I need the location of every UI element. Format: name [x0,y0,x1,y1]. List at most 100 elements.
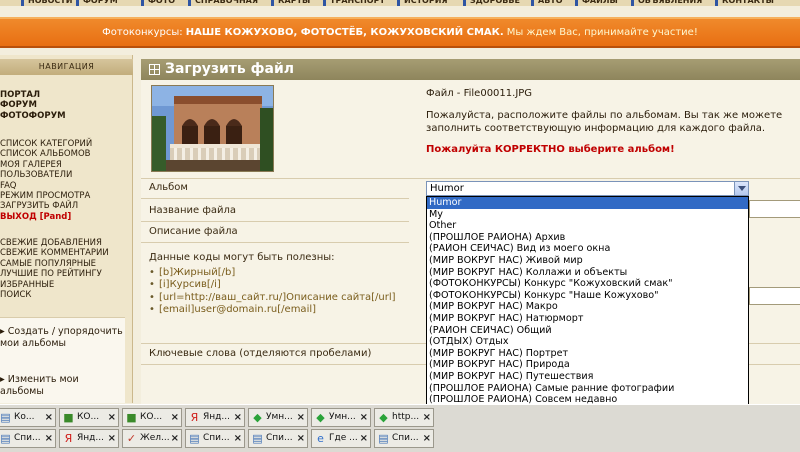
taskbar-button[interactable]: ◆ Умн... × [248,408,308,427]
edit-albums-link[interactable]: ▸ Изменить мои альбомы [0,374,125,398]
menu-separator [575,0,578,6]
album-select-value: Humor [430,183,464,194]
taskbar-button[interactable]: ▤ Спи... × [248,429,308,448]
nav-link[interactable]: РЕЖИМ ПРОСМОТРА [0,191,92,201]
top-menu-item[interactable]: ЗДОРОВЬЕ [470,0,520,5]
bbcode-hints: Данные коды могут быть полезны: [b]Жирны… [149,252,409,317]
bbcode-email: [email]user@domain.ru[/email] [149,304,409,317]
close-icon[interactable]: × [45,409,53,426]
taskbar-button[interactable]: ◆ Умн... × [311,408,371,427]
nav-link[interactable]: ПОЛЬЗОВАТЕЛИ [0,170,92,180]
top-menu-item[interactable]: СПРАВОЧНАЯ [195,0,258,5]
chevron-down-icon[interactable] [734,182,748,195]
nav-link[interactable]: ИЗБРАННЫЕ [0,280,109,290]
close-icon[interactable]: × [171,409,179,426]
taskbar-button[interactable]: Я Янд... × [185,408,245,427]
close-icon[interactable]: × [423,409,431,426]
album-option[interactable]: (ФОТОКОНКУРСЫ) Конкурс "Кожуховский смак… [427,278,748,290]
nav-link[interactable]: СПИСОК КАТЕГОРИЙ [0,139,92,149]
nav-link[interactable]: САМЫЕ ПОПУЛЯРНЫЕ [0,259,109,269]
close-icon[interactable]: × [171,430,179,447]
close-icon[interactable]: × [360,409,368,426]
nav-link[interactable]: СВЕЖИЕ ДОБАВЛЕНИЯ [0,238,109,248]
close-icon[interactable]: × [297,430,305,447]
logout-link[interactable]: ВЫХОД [Pand] [0,212,92,222]
taskbar: ▤ Ко... × ■ КО... × ■ КО... × Я Янд... × ◆ Умн... × ◆ Ум… [0,404,800,452]
close-icon[interactable]: × [108,409,116,426]
album-option[interactable]: (ФОТОКОНКУРСЫ) Конкурс "Наше Кожухово" [427,290,748,302]
album-option[interactable]: (ПРОШЛОЕ РАЙОНА) Самые ранние фотографии [427,383,748,395]
taskbar-button[interactable]: ▤ Спи... × [0,429,56,448]
ie-icon: e [317,432,324,445]
taskbar-button[interactable]: Я Янд... × [59,429,119,448]
nav-link[interactable]: ПОИСК [0,290,109,300]
top-menu-item[interactable]: ФОТО [148,0,175,5]
banner-contests[interactable]: НАШЕ КОЖУХОВО, ФОТОСТЁБ, КОЖУХОВСКИЙ СМА… [186,27,504,38]
album-option[interactable]: (МИР ВОКРУГ НАС) Природа [427,359,748,371]
album-option[interactable]: (МИР ВОКРУГ НАС) Портрет [427,348,748,360]
title-input[interactable] [749,200,800,218]
page-title: Загрузить файл [165,61,295,77]
page-icon: ▤ [0,411,11,424]
nav-main-link[interactable]: ФОРУМ [0,100,66,110]
nav-link[interactable]: ЗАГРУЗИТЬ ФАЙЛ [0,201,92,211]
top-menu-item[interactable]: ФАЙЛЫ [582,0,618,5]
album-option[interactable]: (РАЙОН СЕЙЧАС) Общий [427,325,748,337]
taskbar-button[interactable]: ◆ http... × [374,408,434,427]
album-option[interactable]: (ПРОШЛОЕ РАЙОНА) Архив [427,232,748,244]
album-option[interactable]: (РАЙОН СЕЙЧАС) Вид из моего окна [427,243,748,255]
nav-main-link[interactable]: ПОРТАЛ [0,90,66,100]
album-option[interactable]: (МИР ВОКРУГ НАС) Живой мир [427,255,748,267]
photo-thumbnail[interactable] [151,85,274,172]
taskbar-button[interactable]: ■ КО... × [122,408,182,427]
close-icon[interactable]: × [108,430,116,447]
nav-main-link[interactable]: ФОТОФОРУМ [0,111,66,121]
album-option[interactable]: (МИР ВОКРУГ НАС) Коллажи и объекты [427,267,748,279]
top-menu-item[interactable]: НОВОСТИ [28,0,72,5]
taskbar-button-label: Спи... [14,433,41,443]
top-menu-item[interactable]: ИСТОРИЯ [404,0,448,5]
close-icon[interactable]: × [234,409,242,426]
nav-link[interactable]: СПИСОК АЛЬБОМОВ [0,149,92,159]
close-icon[interactable]: × [234,430,242,447]
top-menu-item[interactable]: ФОРУМ [83,0,118,5]
create-albums-link[interactable]: ▸ Создать / упорядочить мои альбомы [0,326,125,350]
album-option[interactable]: (ОТДЫХ) Отдых [427,336,748,348]
album-option[interactable]: Humor [427,197,748,209]
diamond-icon: ◆ [379,411,388,424]
nav-link[interactable]: СВЕЖИЕ КОММЕНТАРИИ [0,248,109,258]
keywords-input[interactable] [749,287,800,305]
divider [141,242,409,243]
taskbar-button-label: http... [392,412,420,422]
album-option[interactable]: (МИР ВОКРУГ НАС) Натюрморт [427,313,748,325]
nav-link[interactable]: FAQ [0,181,92,191]
top-menu-item[interactable]: АВТО [538,0,563,5]
close-icon[interactable]: × [297,409,305,426]
album-select[interactable]: Humor [426,181,749,196]
taskbar-button-label: Ко... [14,412,35,422]
top-menu-item[interactable]: КАРТЫ [278,0,310,5]
top-menu-item[interactable]: ОБЪЯВЛЕНИЯ [638,0,702,5]
album-option[interactable]: Other [427,220,748,232]
album-option[interactable]: (МИР ВОКРУГ НАС) Макро [427,301,748,313]
expand-icon [149,64,160,75]
taskbar-button[interactable]: e Где ... × [311,429,371,448]
close-icon[interactable]: × [360,430,368,447]
album-option[interactable]: (МИР ВОКРУГ НАС) Путешествия [427,371,748,383]
taskbar-button[interactable]: ✓ Жел... × [122,429,182,448]
top-menu-item[interactable]: ТРАНСПОРТ [330,0,385,5]
taskbar-button[interactable]: ▤ Спи... × [185,429,245,448]
file-info: Файл - File00011.JPG Пожалуйста, располо… [426,87,796,156]
album-option[interactable]: My [427,209,748,221]
taskbar-button[interactable]: ▤ Ко... × [0,408,56,427]
close-icon[interactable]: × [45,430,53,447]
nav-link[interactable]: ЛУЧШИЕ ПО РЕЙТИНГУ [0,269,109,279]
close-icon[interactable]: × [423,430,431,447]
taskbar-button[interactable]: ■ КО... × [59,408,119,427]
top-menu-item[interactable]: КОНТАКТЫ [722,0,774,5]
nav-link[interactable]: МОЯ ГАЛЕРЕЯ [0,160,92,170]
taskbar-button[interactable]: ▤ Спи... × [374,429,434,448]
menu-separator [188,0,191,6]
menu-separator [271,0,274,6]
diamond-icon: ◆ [253,411,262,424]
